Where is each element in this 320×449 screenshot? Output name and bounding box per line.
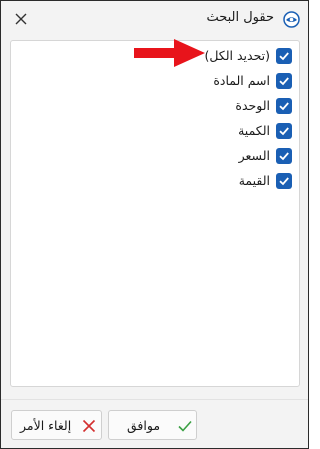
checkmark-icon	[279, 102, 289, 111]
list-item-value[interactable]: القيمة	[92, 171, 292, 193]
list-item-label: السعر	[238, 148, 270, 163]
checkmark-icon	[279, 177, 289, 186]
list-item-label: القيمة	[238, 173, 270, 188]
footer-divider	[1, 399, 308, 400]
red-arrow-icon	[134, 39, 205, 67]
checkbox-price[interactable]	[276, 148, 292, 164]
fields-list: (تحديد الكل) اسم المادة الوحدة الكمية ال…	[10, 40, 300, 387]
list-item-quantity[interactable]: الكمية	[92, 121, 292, 143]
checkbox-value[interactable]	[276, 173, 292, 189]
dialog-title: حقول البحث	[206, 10, 274, 25]
list-item-price[interactable]: السعر	[92, 146, 292, 168]
checkbox-quantity[interactable]	[276, 123, 292, 139]
checkmark-icon	[178, 420, 192, 432]
checkmark-icon	[279, 127, 289, 136]
search-fields-dialog: حقول البحث (تحديد الكل) اسم المادة الوحد…	[0, 0, 309, 449]
x-icon	[82, 419, 96, 433]
checkbox-material-name[interactable]	[276, 73, 292, 89]
title-bar: حقول البحث	[1, 1, 308, 37]
checkbox-unit[interactable]	[276, 98, 292, 114]
list-item-unit[interactable]: الوحدة	[92, 96, 292, 118]
eye-icon	[283, 11, 300, 28]
checkmark-icon	[279, 77, 289, 86]
list-item-label: الكمية	[238, 123, 270, 138]
checkbox-select-all[interactable]	[276, 48, 292, 64]
ok-button-label: موافق	[127, 418, 161, 433]
close-icon[interactable]	[11, 9, 31, 29]
checkmark-icon	[279, 52, 289, 61]
cancel-button[interactable]: إلغاء الأمر	[11, 410, 102, 440]
list-item-label: الوحدة	[235, 98, 270, 113]
ok-button[interactable]: موافق	[108, 410, 197, 440]
list-item-material-name[interactable]: اسم المادة	[92, 71, 292, 93]
cancel-button-label: إلغاء الأمر	[20, 418, 72, 433]
list-item-label: اسم المادة	[213, 73, 270, 88]
list-item-label: (تحديد الكل)	[204, 48, 270, 63]
checkmark-icon	[279, 152, 289, 161]
